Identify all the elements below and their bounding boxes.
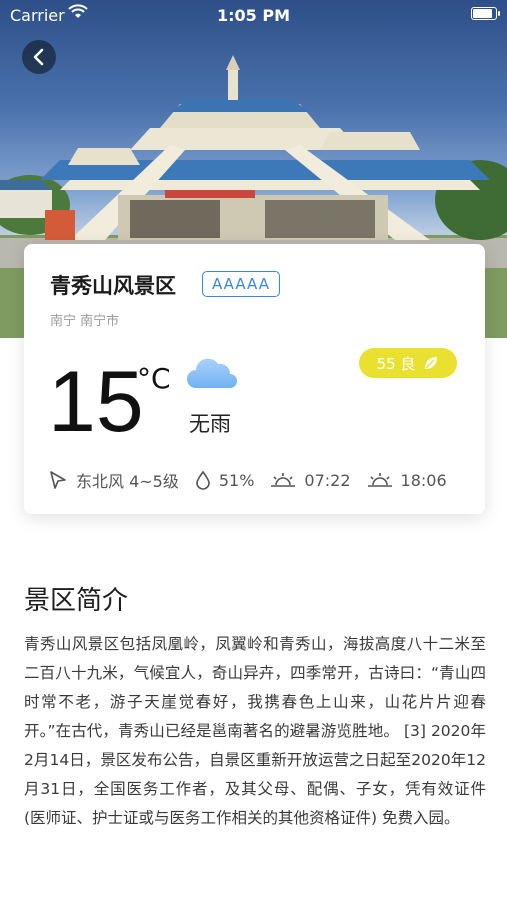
grade-badge: AAAAA <box>202 271 280 297</box>
sunrise-icon <box>271 473 296 487</box>
sunset-icon <box>367 473 392 487</box>
status-time: 1:05 PM <box>216 6 290 25</box>
leaf-icon <box>425 357 438 369</box>
navigation-arrow-icon <box>50 471 66 489</box>
sunset-stat: 18:06 <box>367 471 447 490</box>
temperature-unit: °C <box>137 362 171 395</box>
temperature-value: 15 <box>48 354 144 450</box>
scenic-name: 青秀山风景区 <box>50 274 176 298</box>
sunset-label: 18:06 <box>400 470 447 490</box>
aqi-badge: 55 良 <box>359 348 457 378</box>
water-drop-icon <box>196 470 210 490</box>
aqi-label: 55 良 <box>376 354 416 373</box>
weather-condition: 无雨 <box>189 412 231 436</box>
weather-card: 青秀山风景区 AAAAA 南宁 南宁市 55 良 15 °C 无雨 东北风 4~… <box>24 244 485 514</box>
humidity-stat: 51% <box>195 470 255 490</box>
chevron-left-icon <box>33 48 44 66</box>
weather-stats: 东北风 4~5级 51% 07:22 18:06 <box>48 468 463 492</box>
wind-label: 东北风 4~5级 <box>76 472 179 491</box>
cloud-icon <box>186 354 238 394</box>
battery-icon <box>471 7 500 20</box>
wind-stat: 东北风 4~5级 <box>48 468 179 492</box>
sunrise-stat: 07:22 <box>270 470 351 490</box>
location-label: 南宁 南宁市 <box>50 314 120 329</box>
back-button[interactable] <box>22 40 56 74</box>
sunrise-label: 07:22 <box>304 470 351 490</box>
status-bar: Carrier 1:05 PM <box>0 0 507 30</box>
intro-body: 青秀山风景区包括凤凰岭，凤翼岭和青秀山，海拔高度八十二米至二百八十九米，气候宜人… <box>24 635 486 827</box>
humidity-label: 51% <box>218 470 255 490</box>
intro-title: 景区简介 <box>24 586 129 616</box>
